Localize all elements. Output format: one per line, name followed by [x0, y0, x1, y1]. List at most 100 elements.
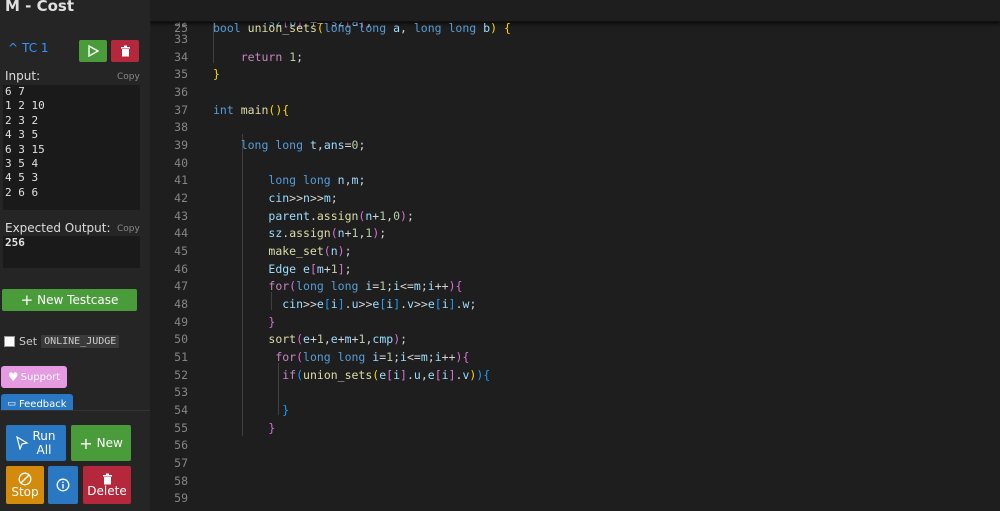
code-line: 38 [150, 119, 1000, 137]
online-judge-checkbox[interactable] [4, 336, 15, 347]
code-text: cin>>n>>m; [268, 191, 338, 205]
line-number: 52 [174, 368, 188, 382]
code-text: } [268, 421, 276, 435]
run-all-label: Run All [32, 429, 55, 457]
code-line: 37 int main(){ [150, 102, 1000, 120]
line-number: 57 [174, 456, 188, 470]
line-number: 40 [174, 156, 188, 170]
stop-button[interactable]: Stop [6, 466, 44, 504]
trash-icon [120, 45, 130, 57]
input-line: 1 2 10 [5, 99, 45, 113]
line-number: 36 [174, 85, 188, 99]
line-number: 51 [174, 350, 188, 364]
line-number: 39 [174, 138, 188, 152]
code-text: parent.assign(n+1,0); [268, 209, 414, 223]
code-text: Edge e[m+1]; [268, 262, 352, 276]
code-text: cin>>e[i].u>>e[i].v>>e[i].w; [282, 297, 477, 311]
code-text: int main(){ [213, 103, 290, 117]
input-label: Input: [5, 69, 41, 83]
code-line: 50 sort(e+1,e+m+1,cmp); [150, 331, 1000, 349]
new-button[interactable]: + New [71, 425, 131, 461]
problem-title: M - Cost [5, 0, 75, 15]
chevron-up-icon: ^ [8, 41, 19, 55]
line-number: 25 [174, 20, 188, 35]
stop-label: Stop [11, 484, 39, 499]
feedback-label: Feedback [18, 399, 67, 410]
input-line: 6 7 [5, 85, 25, 98]
input-textbox[interactable]: 6 7 1 2 10 2 3 2 4 3 5 6 3 15 3 5 4 4 5 … [3, 85, 140, 210]
code-text: if(union_sets(e[i].u,e[i].v)){ [282, 368, 491, 382]
line-number: 59 [174, 491, 188, 505]
trash-icon [102, 473, 112, 484]
line-number: 48 [174, 297, 188, 311]
code-line: 36 [150, 84, 1000, 102]
run-all-line2: All [36, 443, 52, 457]
delete-all-button[interactable]: Delete [83, 466, 131, 504]
code-line: 43 parent.assign(n+1,0); [150, 208, 1000, 226]
input-line: 4 3 5 [5, 128, 39, 142]
chat-icon: ▭ [7, 399, 16, 409]
bottom-action-bar: Run All + New Stop Delete [0, 410, 150, 511]
code-line: 53 [150, 384, 1000, 402]
support-label: Support [20, 371, 61, 383]
copy-expected-button[interactable]: Copy [117, 224, 140, 234]
stop-circle-icon [18, 472, 32, 485]
line-number: 50 [174, 332, 188, 346]
play-icon [88, 45, 99, 57]
run-all-button[interactable]: Run All [6, 425, 66, 461]
code-line: 41 long long n,m; [150, 172, 1000, 190]
code-line: 34 return 1; [150, 49, 1000, 67]
line-number: 46 [174, 262, 188, 276]
sticky-scroll-header[interactable]: 25 bool union_sets(long long a, long long… [150, 0, 1000, 35]
new-testcase-button[interactable]: + New Testcase [2, 289, 137, 311]
plus-icon: + [79, 433, 93, 453]
testcase-label: TC 1 [22, 41, 49, 55]
code-line: 57 [150, 455, 1000, 473]
support-button[interactable]: ♥ Support [1, 366, 67, 388]
input-line: 6 3 15 [5, 142, 45, 156]
delete-testcase-button[interactable] [111, 40, 139, 62]
line-number: 58 [174, 474, 188, 488]
code-text: sort(e+1,e+m+1,cmp); [268, 332, 408, 346]
testcase-toggle[interactable]: ^ TC 1 [8, 41, 49, 55]
input-line: 4 5 3 [5, 171, 39, 185]
code-editor[interactable]: 25 bool union_sets(long long a, long long… [150, 0, 1000, 511]
input-line: 2 6 6 [5, 185, 39, 199]
code-text: for(long long i=1;i<=m;i++){ [268, 279, 463, 293]
line-number: 54 [174, 403, 188, 417]
run-all-line1: Run [32, 429, 56, 443]
expected-output-textbox[interactable]: 256 [3, 236, 140, 268]
line-number: 43 [174, 209, 188, 223]
code-line: 25 bool union_sets(long long a, long long… [150, 2, 1000, 35]
expected-output-value: 256 [5, 236, 25, 249]
testcase-header: ^ TC 1 [0, 38, 145, 64]
code-text: make_set(n); [268, 244, 352, 258]
new-testcase-label: New Testcase [37, 293, 119, 307]
code-text: return 1; [240, 50, 304, 64]
code-line: 49 } [150, 314, 1000, 332]
line-number: 42 [174, 191, 188, 205]
info-button[interactable] [48, 466, 78, 504]
code-text: } [213, 67, 220, 81]
copy-input-button[interactable]: Copy [117, 72, 140, 82]
run-testcase-button[interactable] [79, 40, 107, 62]
line-number: 55 [174, 421, 188, 435]
code-line: 48 cin>>e[i].u>>e[i].v>>e[i].w; [150, 296, 1000, 314]
testcase-sidebar: M - Cost ^ TC 1 Input: Copy 6 7 1 2 10 2 … [0, 0, 150, 511]
line-number: 41 [174, 173, 188, 187]
online-judge-code: ONLINE_JUDGE [41, 335, 120, 348]
code-line: 58 [150, 473, 1000, 491]
line-number: 47 [174, 279, 188, 293]
delete-label: Delete [87, 483, 127, 498]
code-line: 45 make_set(n); [150, 243, 1000, 261]
code-line: 59 [150, 490, 1000, 508]
line-number: 53 [174, 385, 188, 399]
code-text: for(long long i=1;i<=m;i++){ [275, 350, 470, 364]
input-line: 2 3 2 [5, 113, 39, 127]
plus-icon: + [20, 291, 34, 309]
code-text: bool union_sets(long long a, long long b… [213, 20, 511, 35]
info-icon [56, 478, 70, 492]
code-text: } [282, 403, 290, 417]
code-line: 44 sz.assign(n+1,1); [150, 225, 1000, 243]
line-number: 37 [174, 103, 188, 117]
